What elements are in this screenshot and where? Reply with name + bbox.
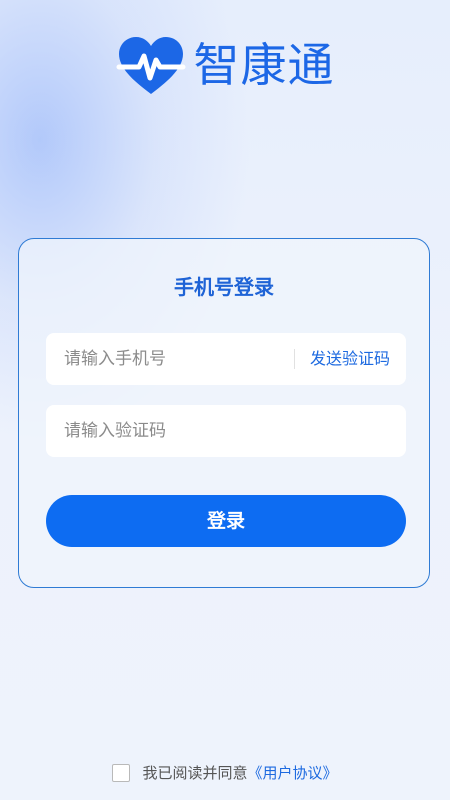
code-field bbox=[46, 405, 406, 457]
agreement-row: 我已阅读并同意 《用户协议》 bbox=[0, 762, 450, 783]
agreement-text: 我已阅读并同意 bbox=[142, 764, 248, 782]
verification-code-input[interactable] bbox=[64, 405, 384, 457]
user-agreement-link[interactable]: 《用户协议》 bbox=[248, 762, 338, 783]
app-logo: 智康通 bbox=[0, 34, 450, 96]
field-divider bbox=[294, 349, 295, 369]
phone-input[interactable] bbox=[64, 333, 284, 385]
phone-field: 发送验证码 bbox=[46, 333, 406, 385]
send-code-button[interactable]: 发送验证码 bbox=[310, 333, 390, 385]
agree-checkbox[interactable] bbox=[112, 763, 131, 782]
heart-pulse-icon bbox=[116, 37, 185, 94]
login-button[interactable]: 登录 bbox=[46, 495, 406, 547]
login-title: 手机号登录 bbox=[174, 275, 274, 299]
brand-name: 智康通 bbox=[193, 38, 335, 92]
login-card: 手机号登录 发送验证码 登录 bbox=[18, 238, 430, 588]
